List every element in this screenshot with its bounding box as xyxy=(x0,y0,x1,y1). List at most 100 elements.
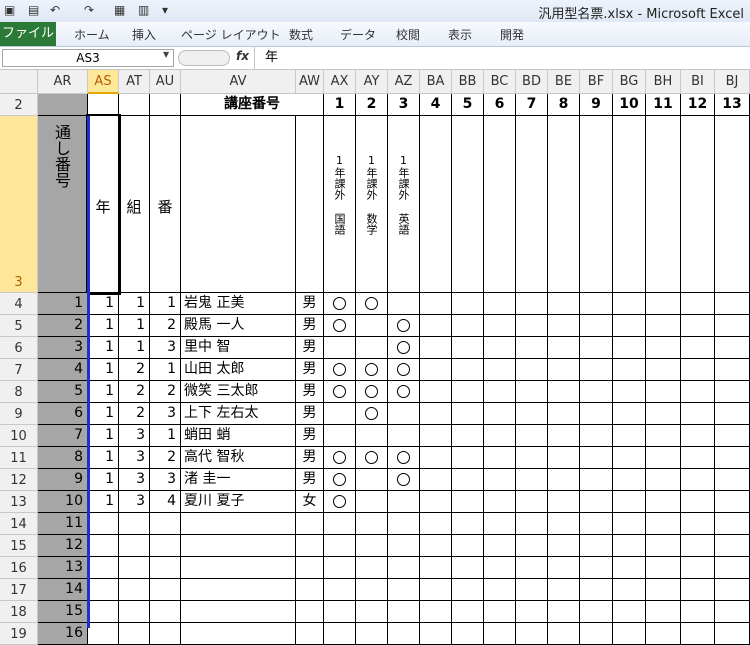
course-enroll-cell[interactable] xyxy=(356,293,388,315)
empty-cell[interactable] xyxy=(715,601,750,623)
class-cell[interactable]: 3 xyxy=(119,469,150,491)
save-icon[interactable]: ▤ xyxy=(28,3,39,17)
course-enroll-cell[interactable] xyxy=(324,491,356,513)
print-preview-icon[interactable]: ▦ xyxy=(114,3,125,17)
empty-cell[interactable] xyxy=(484,535,516,557)
tab-view[interactable]: 表示 xyxy=(448,26,472,43)
empty-cell[interactable] xyxy=(548,469,580,491)
empty-cell[interactable] xyxy=(580,469,613,491)
column-header-ay[interactable]: AY xyxy=(356,70,388,94)
empty-cell[interactable] xyxy=(548,315,580,337)
empty-cell[interactable] xyxy=(420,315,452,337)
course-enroll-cell[interactable] xyxy=(388,469,420,491)
empty-cell[interactable] xyxy=(613,359,646,381)
gender-cell[interactable]: 男 xyxy=(296,425,324,447)
empty-cell[interactable] xyxy=(681,579,715,601)
course-number-3[interactable]: 3 xyxy=(388,94,420,116)
number-cell[interactable]: 1 xyxy=(150,359,181,381)
empty-cell[interactable] xyxy=(613,337,646,359)
cell-bg3[interactable] xyxy=(613,116,646,293)
empty-cell[interactable] xyxy=(150,535,181,557)
empty-cell[interactable] xyxy=(646,337,681,359)
course-enroll-cell[interactable] xyxy=(324,381,356,403)
empty-cell[interactable] xyxy=(181,535,296,557)
serial-cell[interactable]: 15 xyxy=(38,601,88,623)
empty-cell[interactable] xyxy=(646,535,681,557)
gender-cell[interactable]: 男 xyxy=(296,359,324,381)
empty-cell[interactable] xyxy=(388,601,420,623)
empty-cell[interactable] xyxy=(452,447,484,469)
serial-cell[interactable]: 16 xyxy=(38,623,88,645)
empty-cell[interactable] xyxy=(420,337,452,359)
empty-cell[interactable] xyxy=(516,381,548,403)
empty-cell[interactable] xyxy=(452,623,484,645)
empty-cell[interactable] xyxy=(613,557,646,579)
empty-cell[interactable] xyxy=(420,579,452,601)
empty-cell[interactable] xyxy=(646,513,681,535)
cell-ba3[interactable] xyxy=(420,116,452,293)
empty-cell[interactable] xyxy=(420,535,452,557)
empty-cell[interactable] xyxy=(646,447,681,469)
name-cell[interactable]: 岩鬼 正美 xyxy=(181,293,296,315)
empty-cell[interactable] xyxy=(613,535,646,557)
empty-cell[interactable] xyxy=(420,513,452,535)
empty-cell[interactable] xyxy=(296,535,324,557)
empty-cell[interactable] xyxy=(484,337,516,359)
empty-cell[interactable] xyxy=(646,623,681,645)
empty-cell[interactable] xyxy=(181,601,296,623)
tab-formulas[interactable]: 数式 xyxy=(289,26,313,43)
empty-cell[interactable] xyxy=(580,623,613,645)
course-enroll-cell[interactable] xyxy=(356,359,388,381)
empty-cell[interactable] xyxy=(452,601,484,623)
course-enroll-cell[interactable] xyxy=(324,359,356,381)
empty-cell[interactable] xyxy=(324,579,356,601)
empty-cell[interactable] xyxy=(646,359,681,381)
tab-developer[interactable]: 開発 xyxy=(500,26,524,43)
row-header-17[interactable]: 17 xyxy=(0,579,38,601)
empty-cell[interactable] xyxy=(420,381,452,403)
course-enroll-cell[interactable] xyxy=(356,491,388,513)
empty-cell[interactable] xyxy=(119,623,150,645)
name-box[interactable]: AS3 xyxy=(2,49,174,67)
empty-cell[interactable] xyxy=(420,557,452,579)
tab-home[interactable]: ホーム xyxy=(74,26,110,43)
course-number-4[interactable]: 4 xyxy=(420,94,452,116)
empty-cell[interactable] xyxy=(119,601,150,623)
empty-cell[interactable] xyxy=(484,447,516,469)
empty-cell[interactable] xyxy=(356,513,388,535)
empty-cell[interactable] xyxy=(646,579,681,601)
empty-cell[interactable] xyxy=(420,447,452,469)
empty-cell[interactable] xyxy=(548,425,580,447)
empty-cell[interactable] xyxy=(646,315,681,337)
course-number-8[interactable]: 8 xyxy=(548,94,580,116)
formula-bar-splitter[interactable] xyxy=(178,50,230,66)
class-header[interactable]: 組 xyxy=(119,116,150,293)
empty-cell[interactable] xyxy=(613,403,646,425)
empty-cell[interactable] xyxy=(681,513,715,535)
row-header-15[interactable]: 15 xyxy=(0,535,38,557)
empty-cell[interactable] xyxy=(324,601,356,623)
empty-cell[interactable] xyxy=(516,535,548,557)
empty-cell[interactable] xyxy=(613,381,646,403)
empty-cell[interactable] xyxy=(580,601,613,623)
cell-be3[interactable] xyxy=(548,116,580,293)
empty-cell[interactable] xyxy=(452,491,484,513)
row-header-2[interactable]: 2 xyxy=(0,94,38,116)
empty-cell[interactable] xyxy=(681,403,715,425)
empty-cell[interactable] xyxy=(613,447,646,469)
row-header-12[interactable]: 12 xyxy=(0,469,38,491)
empty-cell[interactable] xyxy=(296,623,324,645)
column-header-bj[interactable]: BJ xyxy=(715,70,750,94)
cell-bi3[interactable] xyxy=(681,116,715,293)
course-enroll-cell[interactable] xyxy=(356,469,388,491)
serial-cell[interactable]: 14 xyxy=(38,579,88,601)
empty-cell[interactable] xyxy=(646,425,681,447)
course-header-3[interactable]: 1年課外 英語 xyxy=(388,116,420,293)
row-header-4[interactable]: 4 xyxy=(0,293,38,315)
empty-cell[interactable] xyxy=(150,557,181,579)
empty-cell[interactable] xyxy=(580,447,613,469)
empty-cell[interactable] xyxy=(715,381,750,403)
empty-cell[interactable] xyxy=(681,381,715,403)
empty-cell[interactable] xyxy=(181,557,296,579)
course-enroll-cell[interactable] xyxy=(324,469,356,491)
